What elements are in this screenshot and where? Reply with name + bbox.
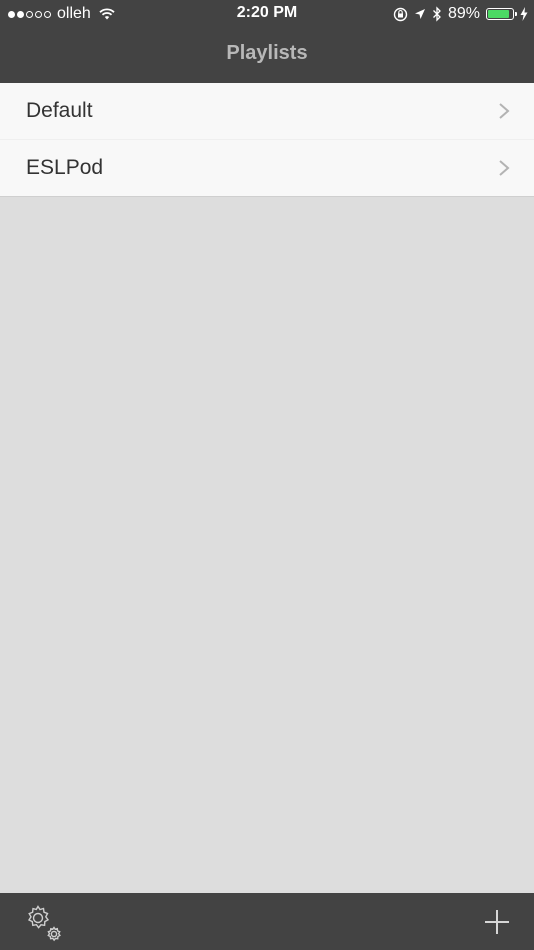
playlist-list: Default ESLPod (0, 83, 534, 197)
playlist-item-default[interactable]: Default (0, 83, 534, 139)
playlist-item-eslpod[interactable]: ESLPod (0, 139, 534, 196)
playlist-item-label: Default (26, 99, 93, 122)
charging-bolt-icon (520, 7, 528, 21)
battery-percentage: 89% (447, 5, 480, 22)
top-bar: olleh 2:20 PM 89% Playlists (0, 0, 534, 83)
status-bar: olleh 2:20 PM 89% (0, 0, 534, 28)
playlist-item-label: ESLPod (26, 156, 104, 179)
bluetooth-icon (433, 6, 441, 22)
orientation-lock-icon (393, 7, 408, 21)
battery-level-fill (488, 10, 510, 18)
chevron-right-icon (499, 160, 510, 176)
battery-icon (486, 8, 517, 20)
status-right: 89% (393, 4, 528, 24)
bottom-toolbar (0, 893, 534, 950)
location-arrow-icon (414, 9, 425, 19)
battery-cap (515, 12, 517, 16)
chevron-right-icon (499, 103, 510, 119)
settings-gears-icon[interactable] (24, 903, 66, 943)
page-title: Playlists (226, 42, 308, 64)
app-screen: olleh 2:20 PM 89% Playlists Default ESLP… (0, 0, 534, 950)
plus-icon[interactable] (484, 909, 510, 935)
